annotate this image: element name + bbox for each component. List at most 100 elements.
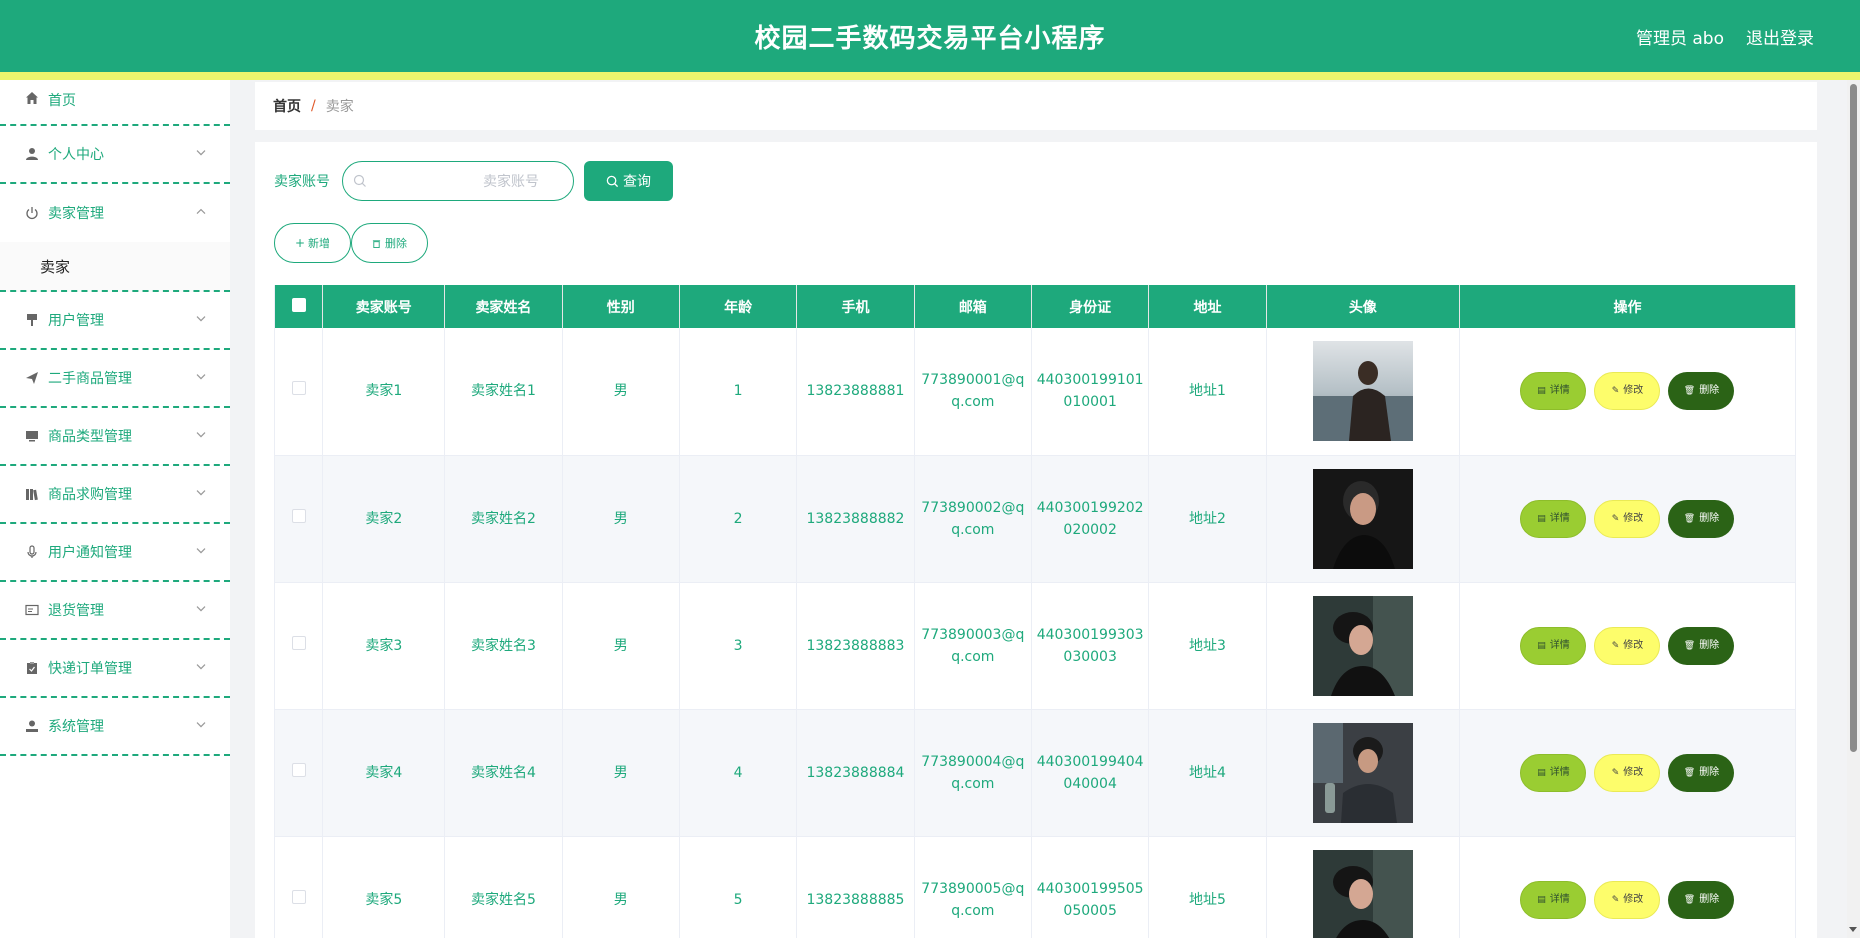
row-checkbox[interactable] xyxy=(291,635,306,650)
row-checkbox[interactable] xyxy=(291,762,306,777)
column-header: 身份证 xyxy=(1031,285,1150,328)
sidebar-item-returns[interactable]: 退货管理 xyxy=(0,582,230,640)
delete-button[interactable]: 🗑 删除 xyxy=(1668,626,1735,665)
edit-button[interactable]: ✎ 修改 xyxy=(1594,880,1661,919)
document-icon: ▤ xyxy=(1537,894,1546,905)
chevron-down-icon xyxy=(196,432,206,438)
pencil-icon: ✎ xyxy=(1611,513,1620,524)
avatar xyxy=(1312,341,1413,442)
document-icon: ▤ xyxy=(1537,513,1546,524)
avatar xyxy=(1312,595,1413,696)
avatar xyxy=(1312,468,1413,569)
sidebar: 首页 个人中心 卖家管理 卖家 用户管理 二手商品管理 商品类型管理 商品求购管… xyxy=(0,80,230,938)
delete-button[interactable]: 🗑 删除 xyxy=(1668,372,1735,411)
search-input[interactable] xyxy=(343,162,573,200)
search-box xyxy=(342,161,574,201)
top-header: 校园二手数码交易平台小程序 管理员 abo 退出登录 xyxy=(0,0,1860,72)
sidebar-item-label: 商品求购管理 xyxy=(48,487,132,503)
sidebar-item-express-orders[interactable]: 快递订单管理 xyxy=(0,640,230,698)
page-scrollbar[interactable] xyxy=(1847,80,1860,938)
select-all-checkbox[interactable] xyxy=(291,297,306,312)
sidebar-item-secondhand-goods[interactable]: 二手商品管理 xyxy=(0,350,230,408)
sidebar-item-user-management[interactable]: 用户管理 xyxy=(0,292,230,350)
query-button[interactable]: 查询 xyxy=(584,161,673,201)
edit-button[interactable]: ✎ 修改 xyxy=(1594,372,1661,411)
cell-email: 773890002@q q.com xyxy=(914,455,1032,583)
delete-button[interactable]: 🗑 删除 xyxy=(1668,499,1735,538)
sidebar-item-personal-center[interactable]: 个人中心 xyxy=(0,126,230,184)
add-button[interactable]: + 新增 xyxy=(274,223,351,263)
cell-name: 卖家姓名5 xyxy=(444,836,563,938)
detail-button[interactable]: ▤ 详情 xyxy=(1520,372,1587,411)
detail-button[interactable]: ▤ 详情 xyxy=(1520,626,1587,665)
column-header: 卖家账号 xyxy=(322,285,446,328)
select-all-cell xyxy=(273,285,324,328)
edit-button[interactable]: ✎ 修改 xyxy=(1594,626,1661,665)
sidebar-item-label: 快递订单管理 xyxy=(48,661,132,677)
column-header: 性别 xyxy=(562,285,680,328)
trash-icon: 🗑 xyxy=(1683,386,1696,397)
cell-name: 卖家姓名1 xyxy=(444,328,563,456)
user-solid-icon xyxy=(24,718,40,734)
add-button-label: 新增 xyxy=(308,237,331,250)
chevron-down-icon xyxy=(196,490,206,496)
cell-phone: 13823888882 xyxy=(796,455,915,583)
cell-id-card: 440300199505 050005 xyxy=(1031,836,1150,938)
breadcrumb-home[interactable]: 首页 xyxy=(273,96,301,116)
batch-delete-button[interactable]: 删除 xyxy=(351,223,428,263)
row-checkbox[interactable] xyxy=(291,381,306,396)
delete-button[interactable]: 🗑 删除 xyxy=(1668,753,1735,792)
sidebar-item-seller-management[interactable]: 卖家管理 xyxy=(0,184,230,242)
chevron-down-icon xyxy=(196,548,206,554)
pencil-icon: ✎ xyxy=(1611,767,1620,778)
sidebar-item-label: 二手商品管理 xyxy=(48,371,132,387)
cell-gender: 男 xyxy=(562,582,680,710)
sidebar-item-goods-wanted[interactable]: 商品求购管理 xyxy=(0,466,230,524)
cell-address: 地址4 xyxy=(1148,709,1267,837)
delete-button[interactable]: 🗑 删除 xyxy=(1668,880,1735,919)
detail-button[interactable]: ▤ 详情 xyxy=(1520,880,1587,919)
sidebar-item-goods-type[interactable]: 商品类型管理 xyxy=(0,408,230,466)
app-title: 校园二手数码交易平台小程序 xyxy=(754,24,1106,54)
sidebar-item-label: 卖家管理 xyxy=(48,206,104,222)
monitor-icon xyxy=(24,428,40,444)
edit-button[interactable]: ✎ 修改 xyxy=(1594,499,1661,538)
avatar xyxy=(1312,849,1413,938)
row-checkbox[interactable] xyxy=(291,508,306,523)
logout-link[interactable]: 退出登录 xyxy=(1746,24,1814,49)
detail-button[interactable]: ▤ 详情 xyxy=(1520,753,1587,792)
scroll-down-arrow-icon[interactable] xyxy=(1849,927,1857,932)
search-form: 卖家账号 查询 xyxy=(274,161,673,201)
pencil-icon: ✎ xyxy=(1611,894,1620,905)
cell-age: 5 xyxy=(679,836,798,938)
edit-button[interactable]: ✎ 修改 xyxy=(1594,753,1661,792)
column-header: 操作 xyxy=(1459,285,1797,328)
row-checkbox[interactable] xyxy=(291,889,306,904)
chevron-up-icon xyxy=(196,208,206,215)
breadcrumb: 首页 / 卖家 xyxy=(255,82,1817,130)
document-icon: ▤ xyxy=(1537,767,1546,778)
trash-icon: 🗑 xyxy=(1683,640,1696,651)
cell-phone: 13823888885 xyxy=(796,836,915,938)
chevron-down-icon xyxy=(196,722,206,728)
home-icon xyxy=(24,90,40,106)
sidebar-item-label: 系统管理 xyxy=(48,719,104,735)
column-header: 卖家姓名 xyxy=(444,285,563,328)
sidebar-item-home[interactable]: 首页 xyxy=(0,80,230,126)
sidebar-item-user-notice[interactable]: 用户通知管理 xyxy=(0,524,230,582)
scrollbar-thumb[interactable] xyxy=(1850,84,1857,752)
sidebar-item-label: 退货管理 xyxy=(48,603,104,619)
detail-button[interactable]: ▤ 详情 xyxy=(1520,499,1587,538)
cell-email: 773890005@q q.com xyxy=(914,836,1032,938)
action-bar: + 新增 删除 xyxy=(274,223,428,263)
sidebar-item-label: 首页 xyxy=(48,93,76,109)
current-user: 管理员 abo xyxy=(1635,29,1724,49)
table-row: 卖家4 卖家姓名4 男 4 13823888884 773890004@q q.c… xyxy=(273,709,1797,837)
sidebar-item-system-management[interactable]: 系统管理 xyxy=(0,698,230,756)
column-header: 地址 xyxy=(1148,285,1267,328)
sidebar-subitem-seller[interactable]: 卖家 xyxy=(0,242,230,292)
seller-table: 卖家账号 卖家姓名 性别 年龄 手机 邮箱 身份证 地址 头像 操作 卖家1 卖… xyxy=(273,285,1797,938)
cell-gender: 男 xyxy=(562,328,680,456)
microphone-icon xyxy=(24,544,40,560)
column-header: 年龄 xyxy=(679,285,798,328)
